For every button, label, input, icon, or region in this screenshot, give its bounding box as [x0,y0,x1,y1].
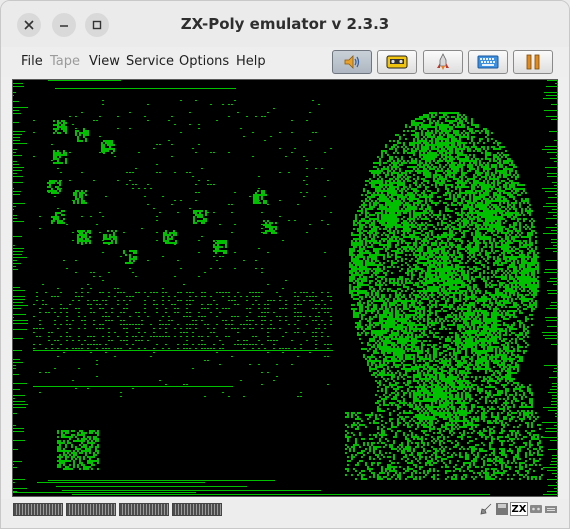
status-indicator-3 [119,503,169,516]
pause-button[interactable] [513,50,553,74]
menu-help[interactable]: Help [236,54,266,69]
tape-button[interactable] [377,50,417,74]
cassette-icon [386,55,408,69]
menu-tape[interactable]: Tape [50,54,80,69]
pause-icon [526,54,540,70]
virtual-keyboard-button[interactable] [468,50,508,74]
rocket-icon [480,503,492,515]
zx-mode-label: ZX [510,502,528,516]
status-keyboard-icon [544,502,558,516]
floppy-icon [496,503,508,515]
menu-service[interactable]: Service [126,54,174,69]
sound-toggle-button[interactable] [332,50,372,74]
rocket-icon [437,53,449,70]
window-title: ZX-Poly emulator v 2.3.3 [180,15,390,33]
status-turbo-icon [479,502,493,516]
status-indicator-2 [66,503,116,516]
emulator-window: ZX-Poly emulator v 2.3.3 File Tape View … [0,0,570,529]
zx-screen-display [13,80,557,496]
status-indicator-1 [13,503,63,516]
turbo-mode-button[interactable] [423,50,463,74]
keyboard-icon [545,506,557,513]
menu-options[interactable]: Options [179,54,229,69]
emulator-screen[interactable] [12,79,558,497]
status-tape-icon [529,502,543,516]
speaker-icon [344,55,360,69]
menu-view[interactable]: View [89,54,120,69]
keyboard-icon [477,55,499,69]
status-disk-icon [495,502,509,516]
status-bar: ZX [1,499,569,528]
status-indicator-4 [172,503,222,516]
title-bar: ZX-Poly emulator v 2.3.3 [1,1,569,47]
cassette-icon [530,505,542,513]
menu-file[interactable]: File [21,54,43,69]
